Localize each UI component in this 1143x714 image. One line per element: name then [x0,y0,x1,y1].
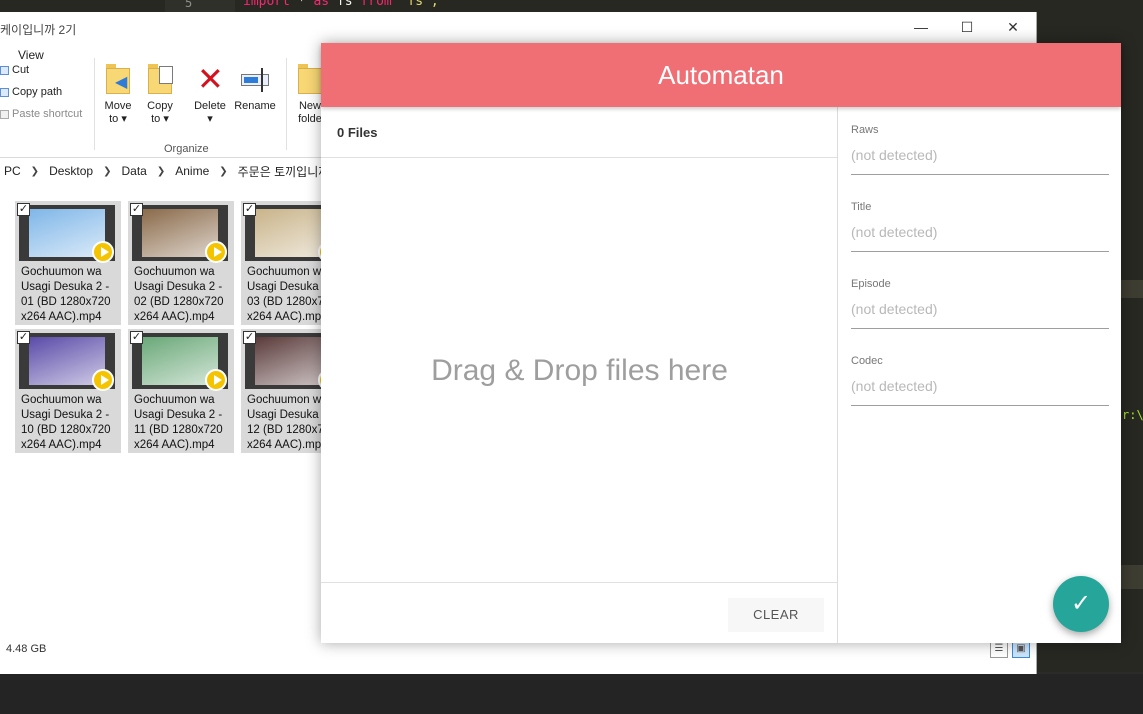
field-label: Episode [851,278,891,290]
chevron-right-icon: ❯ [30,165,40,177]
checkbox[interactable]: ✓ [243,331,256,344]
move-to-label: Move [104,100,132,112]
copy-to-icon [145,62,175,96]
rename-icon [240,62,270,96]
copy-to-label: Copy [147,100,173,112]
drop-zone[interactable]: Drag & Drop files here [321,159,838,582]
file-panel: 0 Files Drag & Drop files here CLEAR [321,107,838,643]
explorer-titlebar: 케이입니까 2기 — ☐ ✕ [0,12,1036,42]
play-icon [205,369,227,391]
app-title: Automatan [321,43,1121,107]
rename-button[interactable]: Rename [233,62,277,113]
file-name: Gochuumon wa Usagi Desuka 2 - 11 (BD 128… [134,394,223,451]
move-to-sublabel: to ▾ [109,113,127,125]
confirm-button[interactable]: ✓ [1053,576,1109,632]
paste-shortcut-button[interactable]: Paste shortcut [0,108,82,120]
editor-highlight [1120,565,1143,589]
check-icon: ✓ [1070,590,1092,617]
file-panel-footer: CLEAR [321,582,838,643]
editor-side-text: r:\ [1122,408,1143,422]
chevron-right-icon: ❯ [219,165,228,177]
file-name: Gochuumon wa Usagi Desuka 2 - 10 (BD 128… [21,394,111,451]
cut-label: Cut [12,64,30,76]
field-label: Codec [851,355,883,367]
close-button[interactable]: ✕ [990,12,1036,42]
ribbon-separator [286,58,287,150]
maximize-button[interactable]: ☐ [944,12,990,42]
breadcrumb-item[interactable]: Data [117,164,150,178]
play-icon [92,241,114,263]
window-title: 케이입니까 2기 [0,23,77,37]
editor-highlight [1120,280,1143,298]
file-tile[interactable]: ✓ Gochuumon wa Usagi Desuka 2 - 11 (BD 1… [128,329,234,453]
field-value: (not detected) [851,147,938,163]
delete-icon: ✕ [197,61,224,97]
details-panel: Raws (not detected) Title (not detected)… [839,107,1121,643]
chevron-right-icon: ❯ [103,165,112,177]
field-title: Title (not detected) [851,184,1109,252]
file-tile[interactable]: ✓ Gochuumon wa Usagi Desuka 2 - 01 (BD 1… [15,201,121,325]
code-string: "fs"; [391,0,439,9]
clear-button[interactable]: CLEAR [728,598,824,632]
copy-path-icon [0,87,9,97]
field-label: Raws [851,124,879,136]
delete-label: Delete [194,100,226,112]
code-token: fs [329,0,361,9]
copy-path-button[interactable]: Copy path [0,86,62,98]
field-value: (not detected) [851,301,938,317]
checkbox[interactable]: ✓ [130,203,143,216]
breadcrumb-item[interactable]: Desktop [45,164,97,178]
move-to-icon: ◀ [103,62,133,96]
file-tile[interactable]: ✓ Gochuumon wa Usagi Desuka 2 - 10 (BD 1… [15,329,121,453]
field-raws: Raws (not detected) [851,107,1109,175]
file-name: Gochuumon wa Usagi Desuka 2 - 02 (BD 128… [134,266,224,323]
code-keyword: from [360,0,392,9]
field-value: (not detected) [851,378,938,394]
code-keyword: as [313,0,330,9]
field-codec: Codec (not detected) [851,338,1109,406]
field-label: Title [851,201,872,213]
play-icon [92,369,114,391]
rename-label: Rename [234,100,276,112]
drop-hint: Drag & Drop files here [431,353,728,387]
ribbon-separator [94,58,95,150]
status-size: 4.48 GB [6,643,47,655]
file-name: Gochuumon wa Usagi Desuka 2 - 01 (BD 128… [21,266,111,323]
paste-shortcut-label: Paste shortcut [12,108,83,120]
maximize-icon: ☐ [960,18,974,35]
copy-to-sublabel: to ▾ [151,113,169,125]
breadcrumb-item[interactable]: PC [0,164,25,178]
scissors-icon [0,65,9,75]
file-tile[interactable]: ✓ Gochuumon wa Usagi Desuka 2 - 02 (BD 1… [128,201,234,325]
code-token: * [289,0,314,9]
checkbox[interactable]: ✓ [243,203,256,216]
copy-path-label: Copy path [12,86,63,98]
cut-button[interactable]: Cut [0,64,29,76]
copy-to-button[interactable]: Copy to ▾ [138,62,182,126]
taskbar [0,674,1143,714]
editor-line-number: 5 [165,0,235,12]
window-controls: — ☐ ✕ [898,12,1036,42]
paste-shortcut-icon [0,109,9,119]
delete-button[interactable]: ✕ Delete ▾ [188,62,232,126]
play-icon [205,241,227,263]
file-count: 0 Files [321,107,837,158]
code-keyword: import [243,0,290,9]
chevron-right-icon: ❯ [156,165,166,177]
checkbox[interactable]: ✓ [130,331,143,344]
move-to-button[interactable]: ◀ Move to ▾ [96,62,140,126]
field-value: (not detected) [851,224,938,240]
field-episode: Episode (not detected) [851,261,1109,329]
close-icon: ✕ [1007,18,1019,35]
breadcrumb-item[interactable]: Anime [171,164,213,178]
minimize-button[interactable]: — [898,12,944,42]
checkbox[interactable]: ✓ [17,203,30,216]
checkbox[interactable]: ✓ [17,331,30,344]
delete-sublabel: ▾ [207,113,213,125]
breadcrumb: PC ❯ Desktop ❯ Data ❯ Anime ❯ 주문은 토끼입니까 … [0,158,354,184]
minimize-icon: — [914,19,928,35]
ribbon-group-label: Organize [164,143,209,155]
automatan-window: Automatan 0 Files Drag & Drop files here… [321,43,1121,643]
editor-code-line: import * as fs from "fs"; [243,0,439,12]
